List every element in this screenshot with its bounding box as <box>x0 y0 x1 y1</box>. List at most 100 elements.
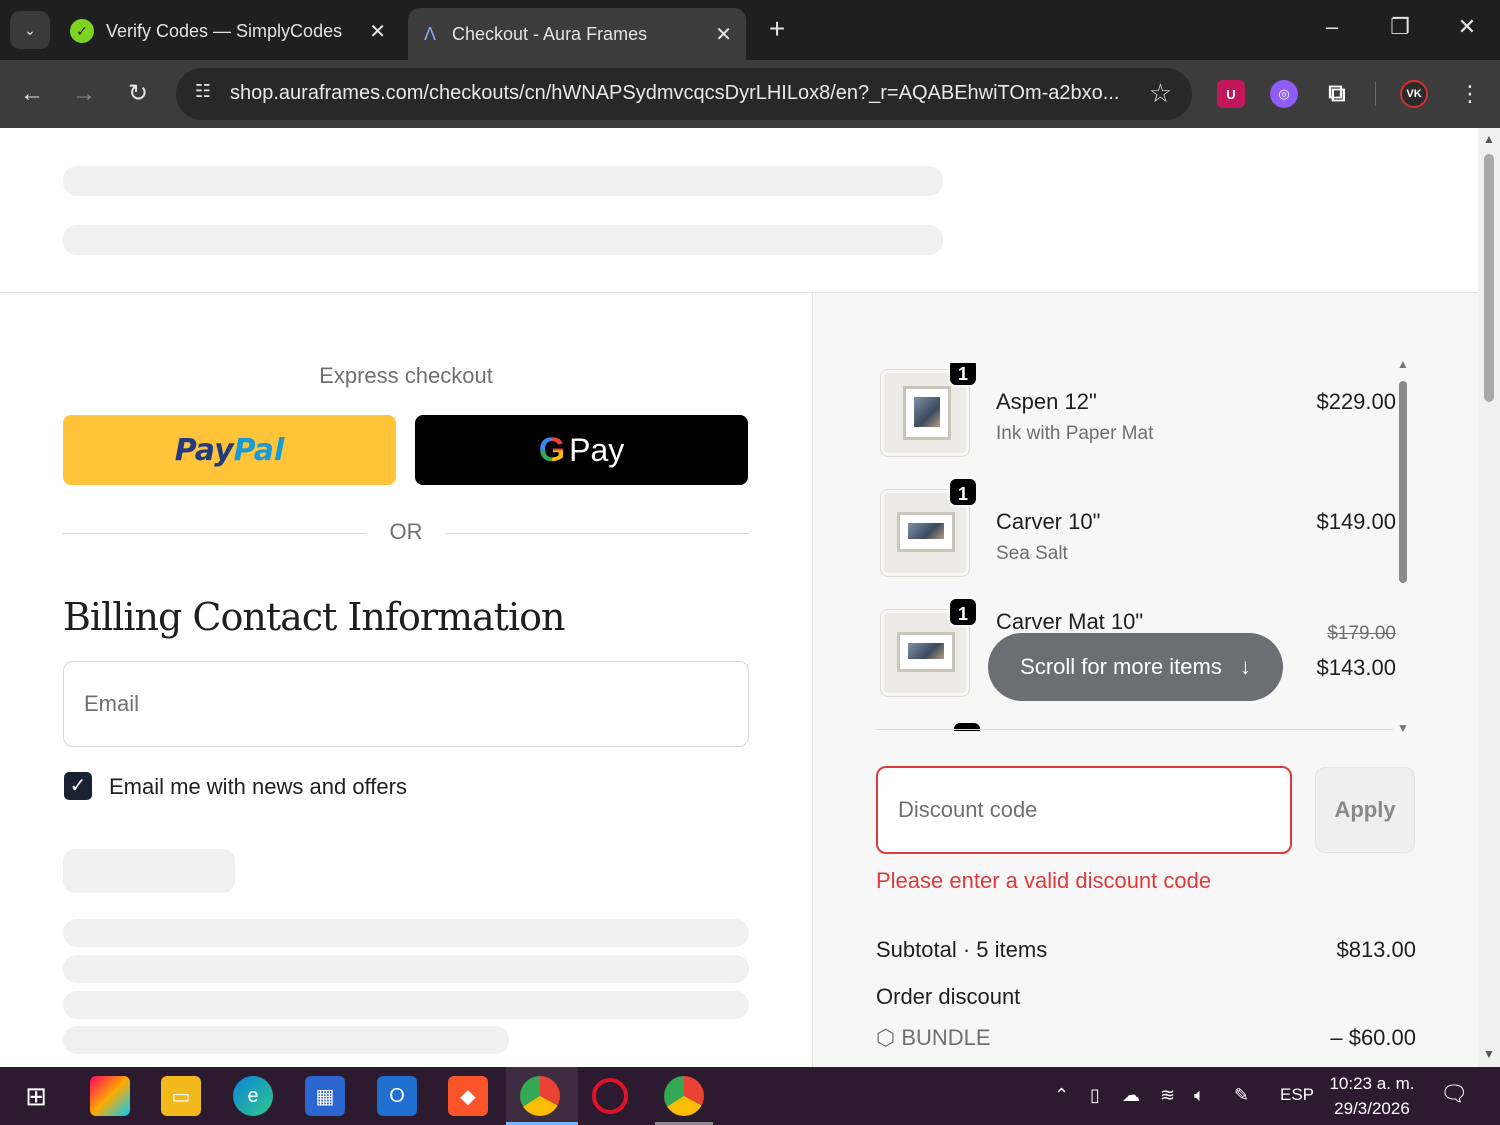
minimize-icon[interactable]: – <box>1312 14 1352 40</box>
gpay-label: Pay <box>569 431 625 468</box>
skeleton-bar <box>63 225 943 255</box>
paypal-button[interactable]: Pay Pal <box>63 415 396 485</box>
quantity-badge: 1 <box>948 477 978 507</box>
clock-date: 29/3/2026 <box>1334 1099 1410 1118</box>
menu-kebab-icon[interactable]: ⋮ <box>1452 76 1488 112</box>
bookmark-star-icon[interactable]: ☆ <box>1149 78 1172 109</box>
chrome-profile-icon[interactable] <box>664 1076 704 1116</box>
newsletter-checkbox[interactable]: ✓ <box>64 772 92 800</box>
scroll-down-icon[interactable]: ▼ <box>1396 721 1410 735</box>
scroll-up-icon[interactable]: ▲ <box>1478 132 1500 146</box>
subtotal-value: $813.00 <box>1336 937 1416 962</box>
profile-avatar-icon[interactable]: VK <box>1400 80 1428 108</box>
tab-title: Checkout - Aura Frames <box>452 23 648 44</box>
site-info-icon[interactable]: ☷ <box>190 81 216 107</box>
tab-strip: ⌄ ✓ Verify Codes — SimplyCodes ✕ Λ Check… <box>0 0 1500 60</box>
email-field[interactable] <box>63 661 749 747</box>
divider-line <box>446 533 749 534</box>
quantity-badge: 1 <box>948 363 978 387</box>
product-name: Aspen 12" <box>996 389 1097 414</box>
page-scrollbar[interactable]: ▲ ▼ <box>1478 128 1500 1067</box>
checkmark-icon: ✓ <box>69 775 87 797</box>
or-separator: OR <box>63 519 749 549</box>
windows-taskbar: ⊞ ▭ e ▦ O ◆ ⌃ ▯ ☁ ≋ 🔈︎ ✎ ESP 10:23 a. m.… <box>0 1067 1500 1125</box>
product-price: $229.00 <box>1316 389 1396 414</box>
apply-discount-button[interactable]: Apply <box>1315 767 1415 853</box>
language-indicator[interactable]: ESP <box>1280 1085 1314 1105</box>
skeleton-bar <box>63 919 749 947</box>
google-pay-button[interactable]: G Pay <box>415 415 748 485</box>
aura-favicon-icon: Λ <box>423 23 437 44</box>
wifi-icon[interactable]: ≋ <box>1160 1085 1175 1106</box>
scroll-hint-label: Scroll for more items <box>1020 654 1222 679</box>
simplycodes-favicon-icon: ✓ <box>70 19 94 43</box>
page-scrollbar-thumb[interactable] <box>1484 154 1494 402</box>
pen-icon[interactable]: ✎ <box>1234 1085 1249 1106</box>
new-tab-icon[interactable]: + <box>760 12 794 46</box>
newsletter-label[interactable]: Email me with news and offers <box>109 774 407 800</box>
express-checkout-label: Express checkout <box>319 363 493 388</box>
extensions-puzzle-icon[interactable]: ⧉ <box>1323 80 1351 108</box>
tab-aura-checkout[interactable]: Λ Checkout - Aura Frames ✕ <box>408 8 746 60</box>
product-variant: Ink with Paper Mat <box>996 423 1154 444</box>
tab-simplycodes[interactable]: ✓ Verify Codes — SimplyCodes ✕ <box>60 8 400 54</box>
skeleton-bar <box>63 955 749 983</box>
items-scrollbar[interactable]: ▲ ▼ <box>1396 357 1410 735</box>
quantity-badge: 1 <box>948 597 978 627</box>
restore-icon[interactable]: ❐ <box>1380 14 1420 40</box>
onedrive-icon[interactable]: ☁ <box>1122 1085 1140 1106</box>
toolbar-divider <box>1375 82 1376 106</box>
copilot-icon[interactable] <box>90 1076 130 1116</box>
order-discount-row: Order discount <box>876 984 1416 1010</box>
close-tab-icon[interactable]: ✕ <box>715 22 732 47</box>
subtotal-label: Subtotal · 5 items <box>876 937 1048 962</box>
close-tab-icon[interactable]: ✕ <box>369 19 386 44</box>
paypal-logo-pay: Pay <box>174 432 234 468</box>
tag-icon: ⬡ <box>876 1025 896 1050</box>
file-explorer-icon[interactable]: ▭ <box>161 1076 201 1116</box>
ublock-extension-icon[interactable]: U <box>1217 80 1245 108</box>
checkout-page: Express checkout Pay Pal G Pay OR Billing… <box>0 128 1478 1067</box>
url-text[interactable]: shop.auraframes.com/checkouts/cn/hWNAPSy… <box>230 82 1119 105</box>
google-g-icon: G <box>538 430 566 469</box>
close-window-icon[interactable]: ✕ <box>1447 14 1487 40</box>
extension-purple-icon[interactable]: ◎ <box>1270 80 1298 108</box>
chevron-down-icon: ⌄ <box>24 21 36 38</box>
discount-error-message: Please enter a valid discount code <box>876 868 1212 893</box>
paypal-logo-pal: Pal <box>233 432 285 468</box>
items-divider <box>876 729 1393 730</box>
back-icon[interactable]: ← <box>14 76 50 112</box>
scroll-up-icon[interactable]: ▲ <box>1396 357 1410 371</box>
items-scrollbar-thumb[interactable] <box>1399 381 1407 583</box>
reload-icon[interactable]: ↻ <box>120 76 156 112</box>
tab-search-button[interactable]: ⌄ <box>10 11 50 49</box>
order-discount-label: Order discount <box>876 984 1021 1009</box>
chrome-browser-icon[interactable] <box>520 1076 560 1116</box>
tray-overflow-icon[interactable]: ⌃ <box>1054 1085 1069 1106</box>
order-summary: 1 Aspen 12" Ink with Paper Mat $229.00 1… <box>812 293 1478 1067</box>
bundle-discount-row: ⬡ BUNDLE – $60.00 <box>876 1025 1416 1051</box>
skeleton-bar <box>63 849 235 893</box>
notification-center-icon[interactable]: 🗨︎ <box>1440 1081 1468 1107</box>
checkout-form-column: Express checkout Pay Pal G Pay OR Billing… <box>0 293 812 1067</box>
skeleton-bar <box>63 991 749 1019</box>
product-original-price: $179.00 <box>1327 623 1396 644</box>
opera-browser-icon[interactable] <box>592 1078 628 1114</box>
discount-code-input[interactable] <box>876 766 1292 854</box>
windows-start-icon[interactable]: ⊞ <box>16 1076 56 1116</box>
list-item: 1 Carver 10" Sea Salt $149.00 <box>876 477 1396 583</box>
system-clock[interactable]: 10:23 a. m. 29/3/2026 <box>1318 1071 1426 1121</box>
scroll-down-icon[interactable]: ▼ <box>1478 1047 1500 1061</box>
address-bar[interactable]: ☷ shop.auraframes.com/checkouts/cn/hWNAP… <box>176 68 1192 120</box>
outlook-icon[interactable]: O <box>377 1076 417 1116</box>
forward-icon[interactable]: → <box>66 76 102 112</box>
edge-browser-icon[interactable]: e <box>233 1076 273 1116</box>
product-name: Carver 10" <box>996 509 1101 534</box>
or-label: OR <box>389 519 423 544</box>
brave-browser-icon[interactable]: ◆ <box>448 1076 488 1116</box>
scroll-more-items-button[interactable]: Scroll for more items ↓ <box>988 633 1283 701</box>
microsoft-store-icon[interactable]: ▦ <box>305 1076 345 1116</box>
meet-now-icon[interactable]: ▯ <box>1090 1085 1100 1106</box>
volume-icon[interactable]: 🔈︎ <box>1194 1085 1205 1106</box>
product-name: Carver Mat 10" <box>996 609 1144 634</box>
